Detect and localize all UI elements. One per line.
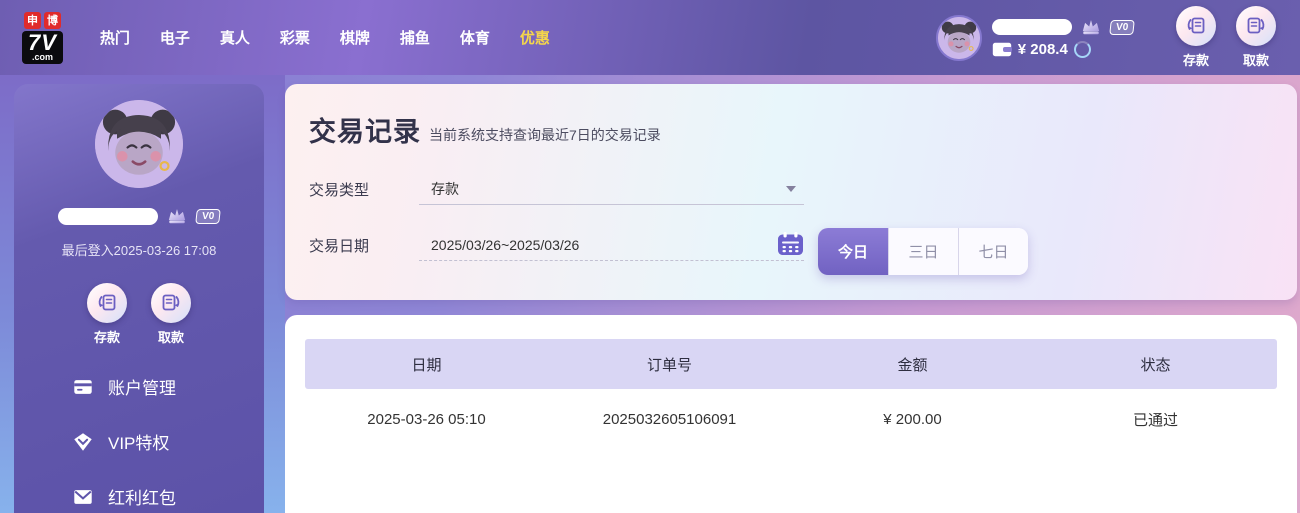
transaction-type-label: 交易类型 — [309, 181, 370, 199]
wallet-icon — [992, 42, 1012, 57]
sidebar-deposit-label: 存款 — [93, 330, 120, 345]
last-login-text: 最后登入2025-03-26 17:08 — [61, 243, 217, 258]
deposit-button[interactable]: 存款 — [1176, 6, 1216, 69]
card-icon — [74, 379, 92, 394]
nav-item-lottery[interactable]: 彩票 — [265, 27, 325, 48]
cell-order-no: 2025032605106091 — [602, 410, 737, 428]
topbar-quick-actions: 存款 取款 — [1176, 6, 1276, 69]
vip-crown-icon — [1082, 20, 1099, 35]
transaction-type-value: 存款 — [431, 180, 459, 197]
logo-tag-1: 申 — [23, 11, 41, 29]
column-header-date: 日期 — [411, 356, 442, 374]
sidebar-menu: 账户管理 VIP特权 红利红包 — [14, 374, 264, 509]
sidebar-username-row: V0 — [57, 206, 221, 226]
column-header-order: 订单号 — [646, 356, 692, 374]
sidebar-avatar[interactable] — [95, 100, 183, 188]
brand-logo[interactable]: 申 博 7V .com — [22, 11, 63, 64]
transaction-type-select[interactable]: 存款 — [419, 173, 804, 205]
deposit-label: 存款 — [1182, 53, 1209, 68]
username-redacted — [991, 19, 1072, 35]
transaction-date-label: 交易日期 — [309, 237, 370, 255]
sidebar-vip-crown-icon — [168, 209, 186, 224]
transaction-type-row: 交易类型 存款 — [309, 173, 1273, 205]
main-nav: 热门 电子 真人 彩票 棋牌 捕鱼 体育 优惠 — [85, 27, 565, 48]
logo-suffix: .com — [31, 51, 53, 62]
filter-panel: 交易记录 当前系统支持查询最近7日的交易记录 交易类型 存款 交易日期 2025… — [285, 84, 1297, 300]
date-range-value: 2025/03/26~2025/03/26 — [431, 236, 580, 253]
sidebar-username-redacted — [57, 207, 158, 225]
logo-tags: 申 博 — [23, 11, 61, 29]
page-title: 交易记录 — [309, 117, 421, 147]
withdraw-icon — [1236, 6, 1276, 46]
nav-item-promo[interactable]: 优惠 — [505, 27, 565, 48]
page-body: V0 最后登入2025-03-26 17:08 存款 取款 账户管理 VIP特权… — [0, 75, 1300, 513]
sidebar-item-vip[interactable]: VIP特权 — [72, 429, 264, 454]
nav-item-slots[interactable]: 电子 — [145, 27, 205, 48]
sidebar-withdraw-button[interactable]: 取款 — [151, 283, 191, 346]
nav-item-chess[interactable]: 棋牌 — [325, 27, 385, 48]
top-bar: 申 博 7V .com 热门 电子 真人 彩票 棋牌 捕鱼 体育 优惠 V0 ¥… — [0, 0, 1300, 75]
table-row: 2025-03-26 05:10 2025032605106091 ¥ 200.… — [305, 389, 1277, 449]
nav-item-live[interactable]: 真人 — [205, 27, 265, 48]
sidebar-item-account-label: 账户管理 — [108, 379, 176, 398]
sidebar-deposit-icon — [87, 283, 127, 323]
gem-icon — [74, 432, 92, 451]
vip-level-badge: V0 — [1108, 19, 1135, 35]
deposit-icon — [1176, 6, 1216, 46]
sidebar-withdraw-icon — [151, 283, 191, 323]
user-info: V0 ¥ 208.4 — [991, 17, 1135, 58]
sidebar: V0 最后登入2025-03-26 17:08 存款 取款 账户管理 VIP特权… — [14, 84, 264, 513]
sidebar-item-account[interactable]: 账户管理 — [72, 374, 264, 399]
nav-item-fishing[interactable]: 捕鱼 — [385, 27, 445, 48]
title-row: 交易记录 当前系统支持查询最近7日的交易记录 — [309, 110, 1273, 149]
cell-amount: ¥ 200.00 — [883, 410, 942, 428]
page-subtitle: 当前系统支持查询最近7日的交易记录 — [429, 127, 661, 143]
withdraw-label: 取款 — [1242, 53, 1269, 68]
sidebar-withdraw-label: 取款 — [157, 330, 184, 345]
nav-item-sports[interactable]: 体育 — [445, 27, 505, 48]
range-3day-button[interactable]: 三日 — [888, 228, 958, 275]
cell-status: 已通过 — [1132, 411, 1178, 429]
balance-amount: ¥ 208.4 — [1017, 41, 1068, 58]
withdraw-button[interactable]: 取款 — [1236, 6, 1276, 69]
username-row: V0 — [991, 17, 1135, 37]
sidebar-item-bonus[interactable]: 红利红包 — [72, 484, 264, 509]
envelope-icon — [74, 489, 92, 504]
table-header: 日期 订单号 金额 状态 — [305, 339, 1277, 389]
range-7day-button[interactable]: 七日 — [958, 228, 1028, 275]
sidebar-item-vip-label: VIP特权 — [108, 434, 170, 453]
range-today-button[interactable]: 今日 — [818, 228, 888, 275]
column-header-status: 状态 — [1140, 356, 1171, 374]
logo-name: 7V — [28, 29, 57, 55]
balance-row: ¥ 208.4 — [992, 41, 1134, 58]
cell-date: 2025-03-26 05:10 — [367, 410, 486, 428]
logo-tag-2: 博 — [43, 11, 61, 29]
records-panel: 日期 订单号 金额 状态 2025-03-26 05:10 2025032605… — [285, 315, 1297, 513]
avatar[interactable] — [935, 14, 982, 61]
user-cluster: V0 ¥ 208.4 — [935, 14, 1135, 61]
date-range-input[interactable]: 2025/03/26~2025/03/26 — [419, 229, 804, 261]
nav-item-hot[interactable]: 热门 — [85, 27, 145, 48]
sidebar-vip-level-badge: V0 — [195, 208, 221, 224]
chevron-down-icon — [786, 185, 796, 192]
sidebar-item-bonus-label: 红利红包 — [108, 489, 176, 508]
logo-block: 7V .com — [22, 29, 63, 64]
transaction-date-row: 交易日期 2025/03/26~2025/03/26 — [309, 229, 1273, 261]
refresh-balance-icon[interactable] — [1073, 41, 1091, 58]
column-header-amount: 金额 — [897, 356, 928, 374]
date-range-quick-buttons: 今日 三日 七日 — [818, 228, 1028, 275]
sidebar-deposit-button[interactable]: 存款 — [87, 283, 127, 346]
calendar-icon[interactable] — [777, 231, 804, 256]
sidebar-quick-actions: 存款 取款 — [87, 283, 191, 346]
main-content: 交易记录 当前系统支持查询最近7日的交易记录 交易类型 存款 交易日期 2025… — [285, 84, 1297, 513]
